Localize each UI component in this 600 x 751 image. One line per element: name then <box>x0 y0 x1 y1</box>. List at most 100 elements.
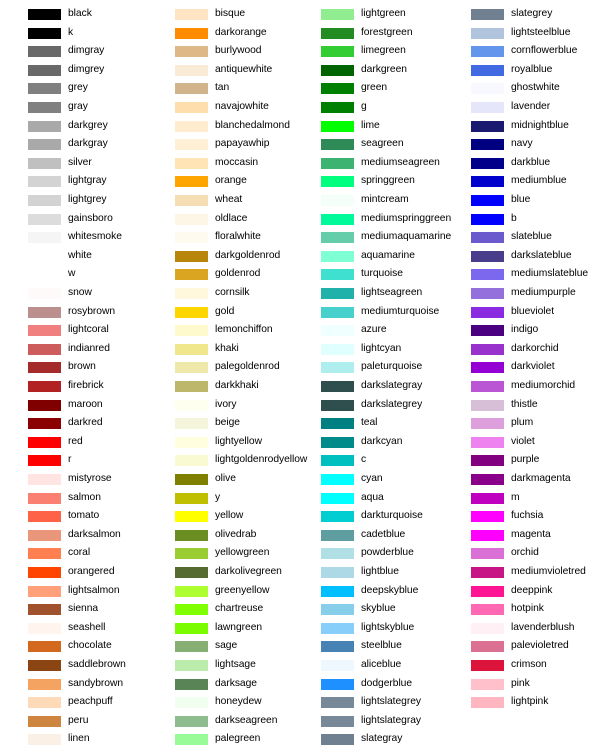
color-name-label: aqua <box>361 491 384 503</box>
color-swatch <box>320 733 355 747</box>
color-name-label: c <box>361 454 367 466</box>
color-row: teal <box>293 416 443 435</box>
color-swatch <box>174 621 209 635</box>
color-name-label: darkorange <box>215 26 267 38</box>
color-swatch <box>470 528 505 542</box>
color-row: green <box>293 81 443 100</box>
color-name-label: linen <box>68 733 90 745</box>
color-swatch <box>27 547 62 561</box>
color-name-label: mediumorchid <box>511 380 576 391</box>
color-swatch <box>174 194 209 207</box>
color-name-label: bisque <box>215 8 246 19</box>
color-swatch <box>320 435 355 449</box>
color-name-label: floralwhite <box>215 231 261 243</box>
color-name-label: darkgrey <box>68 119 108 131</box>
color-swatch <box>27 268 62 282</box>
color-swatch <box>320 659 355 672</box>
color-swatch <box>320 510 355 524</box>
color-row: papayawhip <box>147 137 297 156</box>
color-name-label: ghostwhite <box>511 82 560 94</box>
color-swatch <box>470 287 505 300</box>
color-row: mediumseagreen <box>293 156 443 175</box>
color-name-label: mistyrose <box>68 473 112 484</box>
color-row: mediumvioletred <box>443 565 593 584</box>
color-swatch <box>470 696 505 710</box>
color-row: b <box>443 212 593 231</box>
color-name-label: mediumaquamarine <box>361 231 452 243</box>
color-row: lightgreen <box>293 7 443 26</box>
color-row: ghostwhite <box>443 81 593 100</box>
color-row: hotpink <box>443 602 593 621</box>
color-row: black <box>0 7 150 26</box>
color-row: dodgerblue <box>293 677 443 696</box>
color-name-label: cyan <box>361 473 383 484</box>
color-swatch <box>320 584 355 598</box>
color-row: k <box>0 26 150 45</box>
color-name-label: blanchedalmond <box>215 119 290 131</box>
color-name-label: tomato <box>68 510 100 522</box>
color-swatch <box>174 101 209 114</box>
color-name-label: peachpuff <box>68 696 113 708</box>
color-name-label: dimgrey <box>68 63 105 75</box>
color-row: orange <box>147 174 297 193</box>
color-swatch <box>320 249 355 263</box>
color-row: indigo <box>443 323 593 342</box>
color-row: powderblue <box>293 546 443 565</box>
color-name-label: lemonchiffon <box>215 324 273 336</box>
color-row: y <box>147 491 297 510</box>
color-row: moccasin <box>147 156 297 175</box>
color-name-label: black <box>68 8 92 19</box>
color-name-label: sage <box>215 640 238 652</box>
color-swatch <box>27 677 62 691</box>
color-swatch <box>470 249 505 263</box>
color-name-label: darkturquoise <box>361 510 423 522</box>
color-row: navy <box>443 137 593 156</box>
color-name-label: darkviolet <box>511 361 555 373</box>
color-swatch <box>470 63 505 77</box>
color-name-label: beige <box>215 417 240 429</box>
color-swatch <box>470 194 505 207</box>
color-row: darkolivegreen <box>147 565 297 584</box>
color-swatch <box>320 342 355 356</box>
color-swatch <box>320 380 355 393</box>
color-name-label: darksalmon <box>68 528 121 540</box>
color-name-label: azure <box>361 324 387 336</box>
color-name-label: blue <box>511 194 531 205</box>
color-name-label: y <box>215 491 221 503</box>
color-row: lightsteelblue <box>443 26 593 45</box>
color-swatch <box>27 454 62 468</box>
color-swatch <box>320 473 355 486</box>
color-name-label: indigo <box>511 324 539 336</box>
color-swatch <box>320 119 355 133</box>
color-swatch <box>174 659 209 672</box>
color-row: slategrey <box>443 7 593 26</box>
color-row: gold <box>147 305 297 324</box>
color-row: mediumpurple <box>443 286 593 305</box>
color-row: darkkhaki <box>147 379 297 398</box>
color-swatch <box>174 510 209 524</box>
color-row: pink <box>443 677 593 696</box>
color-name-label: paleturquoise <box>361 361 423 373</box>
color-name-label: lightsage <box>215 659 256 670</box>
color-row: antiquewhite <box>147 63 297 82</box>
color-swatch <box>470 380 505 393</box>
color-name-label: olivedrab <box>215 528 257 540</box>
color-row: deeppink <box>443 584 593 603</box>
color-row: linen <box>0 732 150 751</box>
color-swatch <box>27 696 62 710</box>
color-name-label: darkslategrey <box>361 398 423 410</box>
color-row: burlywood <box>147 44 297 63</box>
color-row: oldlace <box>147 212 297 231</box>
color-swatch <box>320 566 355 579</box>
color-swatch <box>174 491 209 505</box>
color-name-label: lime <box>361 119 380 131</box>
color-row: lightgray <box>0 174 150 193</box>
color-swatch <box>320 621 355 635</box>
color-row: lightyellow <box>147 435 297 454</box>
color-swatch <box>470 454 505 468</box>
color-swatch <box>27 175 62 189</box>
color-name-label: olive <box>215 473 236 484</box>
color-swatch <box>174 566 209 579</box>
color-row: bisque <box>147 7 297 26</box>
color-row: lightcyan <box>293 342 443 361</box>
